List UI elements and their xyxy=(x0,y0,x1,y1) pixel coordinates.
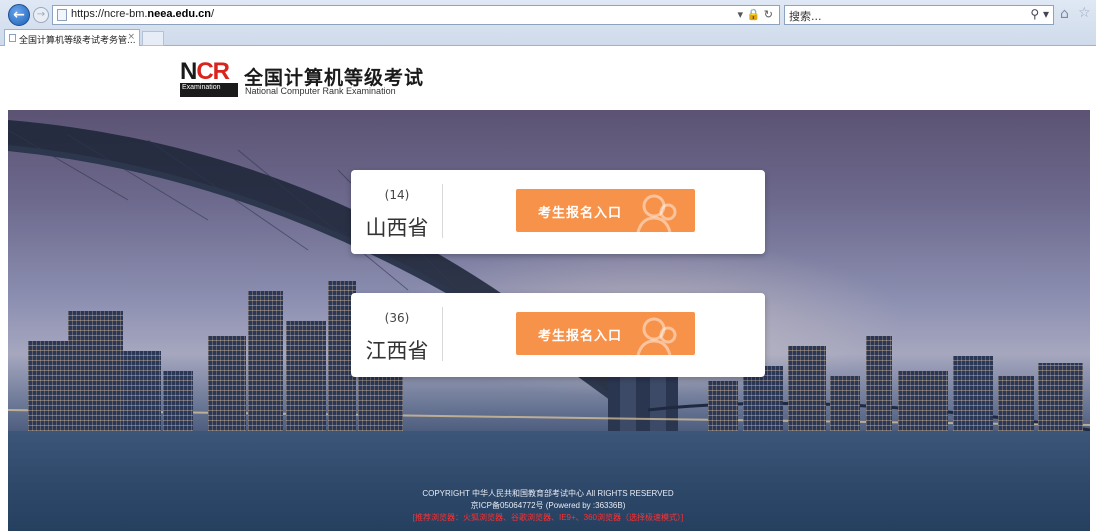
building xyxy=(830,376,860,431)
dropdown-icon[interactable]: ▾ xyxy=(738,8,744,21)
lock-icon[interactable]: 🔒 xyxy=(747,8,761,21)
enroll-button-label: 考生报名入口 xyxy=(538,329,623,344)
url-suffix: / xyxy=(211,8,215,20)
logo-examination: Examination xyxy=(180,83,238,92)
building xyxy=(866,336,892,431)
enroll-button-label: 考生报名入口 xyxy=(538,206,623,221)
address-tools: ▾ 🔒 ↻ xyxy=(738,8,773,21)
building xyxy=(788,346,826,431)
building xyxy=(163,371,193,431)
building xyxy=(1038,363,1083,431)
forward-arrow-icon[interactable]: → xyxy=(33,7,49,23)
logo-strip xyxy=(180,92,238,97)
building xyxy=(953,356,993,431)
province-code: (14) xyxy=(384,188,410,202)
site-subtitle: National Computer Rank Examination xyxy=(245,86,396,96)
card-divider xyxy=(442,184,443,238)
search-box[interactable]: 搜索... ⚲ ▾ xyxy=(784,5,1054,25)
site-footer: COPYRIGHT 中华人民共和国教育部考试中心 All RIGHTS RESE… xyxy=(0,488,1096,524)
enroll-entry-button[interactable]: 考生报名入口 xyxy=(516,189,695,232)
icp-text: 京ICP备05064772号 (Powered by :36336B) xyxy=(470,501,626,510)
users-icon xyxy=(636,194,677,232)
page-icon xyxy=(57,9,67,21)
search-input[interactable]: 搜索... xyxy=(789,8,822,24)
building xyxy=(708,381,738,431)
province-code: (36) xyxy=(384,311,410,325)
browser-toolbar: ← → https://ncre-bm.neea.edu.cn/ ▾ 🔒 ↻ 搜… xyxy=(0,0,1096,46)
refresh-icon[interactable]: ↻ xyxy=(764,8,773,21)
home-icon[interactable]: ⌂ xyxy=(1060,6,1069,22)
copyright-text: COPYRIGHT 中华人民共和国教育部考试中心 All RIGHTS RESE… xyxy=(422,489,674,498)
back-arrow-icon[interactable]: ← xyxy=(8,4,30,26)
ncre-logo[interactable]: NCR Examination xyxy=(180,58,240,99)
building xyxy=(286,321,326,431)
url-text[interactable]: https://ncre-bm.neea.edu.cn/ xyxy=(71,8,214,20)
tab-title: 全国计算机等级考试考务管... xyxy=(19,36,136,46)
site-header: NCR Examination 全国计算机等级考试 National Compu… xyxy=(0,47,1096,110)
tab-close-icon[interactable]: × xyxy=(127,32,135,42)
search-icon[interactable]: ⚲ ▾ xyxy=(1030,7,1049,21)
logo-letters: NCR xyxy=(180,58,230,85)
building xyxy=(998,376,1034,431)
new-tab-button[interactable] xyxy=(142,31,164,46)
browser-recommendation: [推荐浏览器：火狐浏览器、谷歌浏览器、IE9+、360浏览器（选择极速模式）] xyxy=(412,513,684,522)
url-prefix: https://ncre-bm. xyxy=(71,8,148,20)
building xyxy=(248,291,283,431)
logo-n: N xyxy=(180,58,197,85)
building xyxy=(208,336,246,431)
enroll-entry-button[interactable]: 考生报名入口 xyxy=(516,312,695,355)
tab-page-icon xyxy=(9,34,16,42)
building xyxy=(123,351,161,431)
card-divider xyxy=(442,307,443,361)
url-domain: neea.edu.cn xyxy=(147,8,211,20)
browser-tab[interactable]: 全国计算机等级考试考务管... × xyxy=(4,29,140,46)
logo-cr: CR xyxy=(196,58,230,85)
province-name: 江西省 xyxy=(365,339,429,363)
building xyxy=(68,311,123,431)
building xyxy=(898,371,948,431)
province-card-jiangxi: (36) 江西省 考生报名入口 xyxy=(351,293,765,377)
favorites-star-icon[interactable]: ☆ xyxy=(1078,5,1091,21)
building xyxy=(28,341,68,431)
address-bar[interactable]: https://ncre-bm.neea.edu.cn/ ▾ 🔒 ↻ xyxy=(52,5,780,25)
province-card-shanxi: (14) 山西省 考生报名入口 xyxy=(351,170,765,254)
users-icon xyxy=(636,317,677,355)
province-name: 山西省 xyxy=(365,216,429,240)
